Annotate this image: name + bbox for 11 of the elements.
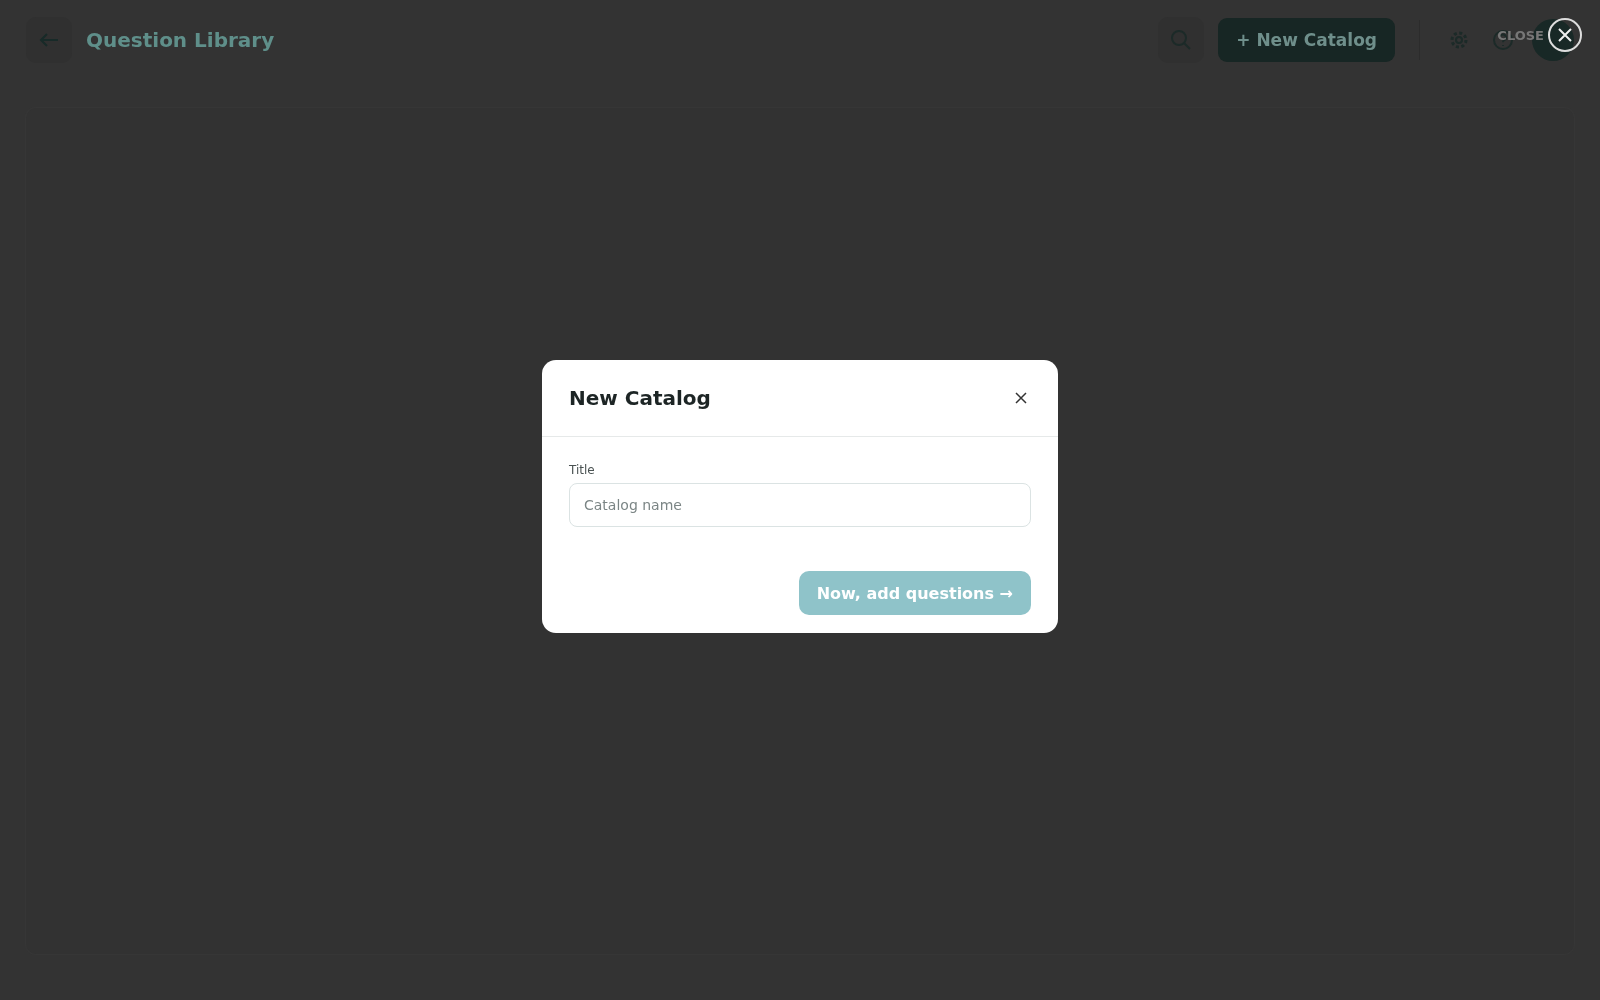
settings-icon [1448, 29, 1470, 51]
close-icon [1557, 27, 1573, 43]
new-catalog-button[interactable]: + New Catalog [1218, 18, 1395, 62]
dialog-title: New Catalog [569, 386, 711, 410]
arrow-left-icon [39, 33, 59, 47]
page-title: Question Library [86, 28, 276, 52]
close-label: CLOSE [1497, 27, 1544, 43]
close-icon [1015, 392, 1027, 404]
field-label: Title [569, 463, 596, 477]
close-button[interactable] [1548, 18, 1582, 52]
catalog-name-field[interactable]: Catalog name [569, 483, 1031, 527]
